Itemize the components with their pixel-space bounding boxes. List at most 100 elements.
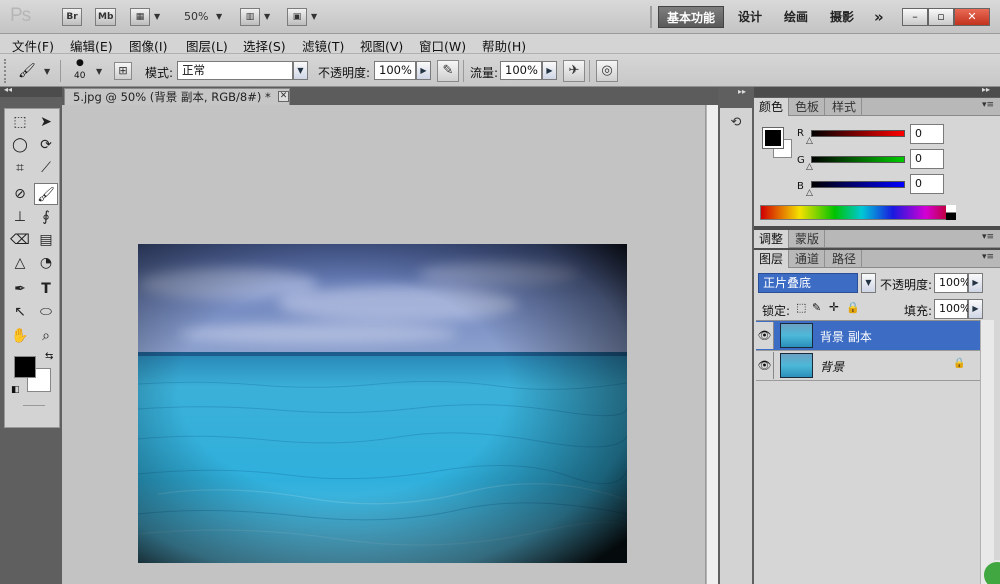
crop-tool-icon[interactable]: ⌗ xyxy=(8,157,32,179)
blue-slider[interactable] xyxy=(811,181,905,188)
tab-masks[interactable]: 蒙版 xyxy=(790,230,826,248)
panel-menu-icon[interactable]: ▾≡ xyxy=(982,252,994,262)
menu-edit[interactable]: 编辑(E) xyxy=(70,36,113,55)
menu-select[interactable]: 选择(S) xyxy=(243,36,286,55)
slider-thumb-icon[interactable]: △ xyxy=(806,136,813,146)
visibility-eye-icon[interactable]: 👁 xyxy=(756,352,774,379)
brush-preview-icon[interactable]: ● xyxy=(76,58,84,68)
expand-icon[interactable]: ▸▸ xyxy=(738,87,746,96)
more-workspaces-button[interactable]: » xyxy=(866,6,892,28)
chevron-right-icon[interactable]: ▶ xyxy=(968,299,983,319)
workspace-painting-button[interactable]: 绘画 xyxy=(776,6,816,28)
quick-selection-tool-icon[interactable]: ⟳ xyxy=(34,134,58,156)
minimize-button[interactable]: – xyxy=(902,8,928,26)
color-spectrum-ramp[interactable] xyxy=(760,205,956,220)
zoom-level[interactable]: 50% xyxy=(184,10,208,23)
swap-colors-icon[interactable]: ⇆ xyxy=(45,351,53,362)
workspace-essentials-button[interactable]: 基本功能 xyxy=(658,6,725,28)
move-tool-icon[interactable]: ➤ xyxy=(34,111,58,133)
blend-mode-select[interactable]: 正常 xyxy=(177,61,293,80)
red-slider[interactable] xyxy=(811,130,905,137)
menu-layer[interactable]: 图层(L) xyxy=(186,36,228,55)
lock-all-icon[interactable]: 🔒 xyxy=(846,301,860,314)
chevron-right-icon[interactable]: ▶ xyxy=(968,273,983,293)
eyedropper-tool-icon[interactable]: ⟋ xyxy=(34,157,58,179)
vertical-scrollbar[interactable] xyxy=(706,105,718,584)
eraser-tool-icon[interactable]: ⌫ xyxy=(8,229,32,251)
chevron-right-icon[interactable]: ▶ xyxy=(542,61,557,80)
slider-thumb-icon[interactable]: △ xyxy=(806,188,813,198)
panel-menu-icon[interactable]: ▾≡ xyxy=(982,100,994,110)
tab-styles[interactable]: 样式 xyxy=(827,98,863,116)
foreground-color-swatch[interactable] xyxy=(762,127,784,149)
layer-name[interactable]: 背景 副本 xyxy=(820,328,872,345)
green-slider[interactable] xyxy=(811,156,905,163)
lock-position-icon[interactable]: ✛ xyxy=(829,300,839,314)
zoom-tool-icon[interactable]: ⌕ xyxy=(34,325,58,347)
ellipse-tool-icon[interactable]: ⬭ xyxy=(34,301,58,323)
mini-bridge-button[interactable]: Mb xyxy=(95,8,117,26)
layer-blend-mode-select[interactable]: 正片叠底 xyxy=(758,273,858,293)
blur-tool-icon[interactable]: △ xyxy=(8,252,32,274)
menu-view[interactable]: 视图(V) xyxy=(360,36,403,55)
screen-mode-button[interactable]: ▣ xyxy=(287,8,307,26)
workspace-photography-button[interactable]: 摄影 xyxy=(822,6,862,28)
layer-opacity-input[interactable]: 100% xyxy=(934,273,970,293)
history-panel-icon[interactable]: ⟲ xyxy=(726,113,746,133)
menu-filter[interactable]: 滤镜(T) xyxy=(302,36,344,55)
foreground-color-swatch[interactable] xyxy=(14,356,36,378)
chevron-down-icon[interactable]: ▼ xyxy=(293,61,308,80)
arrange-documents-button[interactable]: ▥ xyxy=(240,8,260,26)
collapse-icon[interactable]: ▸▸ xyxy=(982,85,990,94)
tools-panel-header[interactable]: ◂◂ xyxy=(0,85,62,97)
fill-input[interactable]: 100% xyxy=(934,299,970,319)
close-document-icon[interactable]: ✕ xyxy=(278,91,289,102)
hand-tool-icon[interactable]: ✋ xyxy=(8,325,32,347)
chevron-down-icon[interactable]: ▼ xyxy=(264,12,270,21)
chevron-down-icon[interactable]: ▼ xyxy=(216,12,222,21)
document-tab[interactable]: 5.jpg @ 50% (背景 副本, RGB/8#) * xyxy=(64,88,290,105)
airbrush-icon[interactable]: ✈ xyxy=(563,60,585,82)
black-white-swatch[interactable] xyxy=(946,205,956,220)
pen-tool-icon[interactable]: ✒ xyxy=(8,278,32,300)
lock-image-icon[interactable]: ✎ xyxy=(812,301,821,314)
menu-window[interactable]: 窗口(W) xyxy=(419,36,466,55)
close-button[interactable]: ✕ xyxy=(954,8,990,26)
slider-thumb-icon[interactable]: △ xyxy=(806,162,813,172)
tab-adjustments[interactable]: 调整 xyxy=(754,230,790,248)
chevron-down-icon[interactable]: ▼ xyxy=(861,273,876,293)
collapse-icon[interactable]: ◂◂ xyxy=(4,85,12,94)
tab-swatches[interactable]: 色板 xyxy=(790,98,826,116)
panel-menu-icon[interactable]: ▾≡ xyxy=(982,232,994,242)
tab-color[interactable]: 颜色 xyxy=(754,98,790,116)
tablet-opacity-pressure-icon[interactable]: ✎ xyxy=(437,60,459,82)
document-image[interactable] xyxy=(138,244,627,563)
panel-dock-header[interactable]: ▸▸ xyxy=(754,85,1000,97)
visibility-eye-icon[interactable]: 👁 xyxy=(756,322,774,349)
brush-tool-icon[interactable]: 🖌 xyxy=(18,63,36,79)
tab-paths[interactable]: 路径 xyxy=(827,250,863,268)
chevron-down-icon[interactable]: ▼ xyxy=(154,12,160,21)
chevron-down-icon[interactable]: ▼ xyxy=(311,12,317,21)
flow-input[interactable]: 100% xyxy=(500,61,542,80)
chevron-right-icon[interactable]: ▶ xyxy=(416,61,431,80)
marquee-tool-icon[interactable]: ⬚ xyxy=(8,111,32,133)
layers-scrollbar[interactable] xyxy=(980,320,994,584)
tab-channels[interactable]: 通道 xyxy=(790,250,826,268)
restore-button[interactable]: ▫ xyxy=(928,8,954,26)
workspace-design-button[interactable]: 设计 xyxy=(730,6,770,28)
layer-row[interactable]: 👁 背景 🔒 xyxy=(756,351,994,380)
view-extras-button[interactable]: ▦ xyxy=(130,8,150,26)
gradient-tool-icon[interactable]: ▤ xyxy=(34,229,58,251)
blue-value-input[interactable]: 0 xyxy=(910,174,944,194)
menu-help[interactable]: 帮助(H) xyxy=(482,36,526,55)
chevron-down-icon[interactable]: ▼ xyxy=(44,67,50,76)
tab-layers[interactable]: 图层 xyxy=(754,250,790,268)
opacity-input[interactable]: 100% xyxy=(374,61,416,80)
chevron-down-icon[interactable]: ▼ xyxy=(96,67,102,76)
red-value-input[interactable]: 0 xyxy=(910,124,944,144)
layer-name[interactable]: 背景 xyxy=(820,358,844,375)
history-brush-tool-icon[interactable]: ∮ xyxy=(34,206,58,228)
path-selection-tool-icon[interactable]: ↖ xyxy=(8,301,32,323)
brush-panel-toggle-icon[interactable]: ⊞ xyxy=(114,62,132,80)
